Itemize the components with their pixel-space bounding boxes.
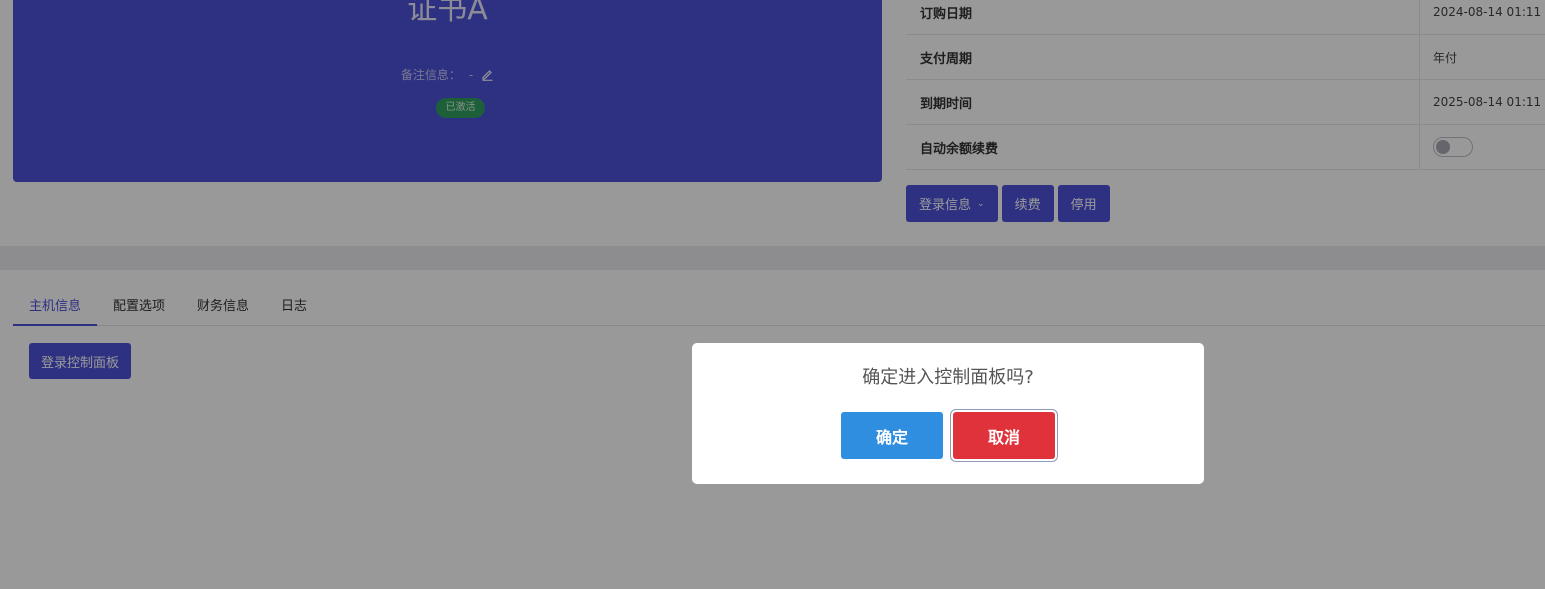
cancel-button[interactable]: 取消	[953, 412, 1055, 459]
modal-overlay[interactable]	[0, 0, 1545, 589]
dialog-message: 确定进入控制面板吗?	[862, 367, 1034, 388]
confirm-dialog: 确定进入控制面板吗? 确定 取消	[692, 343, 1204, 484]
confirm-button[interactable]: 确定	[841, 412, 943, 459]
dialog-actions: 确定 取消	[692, 412, 1204, 459]
